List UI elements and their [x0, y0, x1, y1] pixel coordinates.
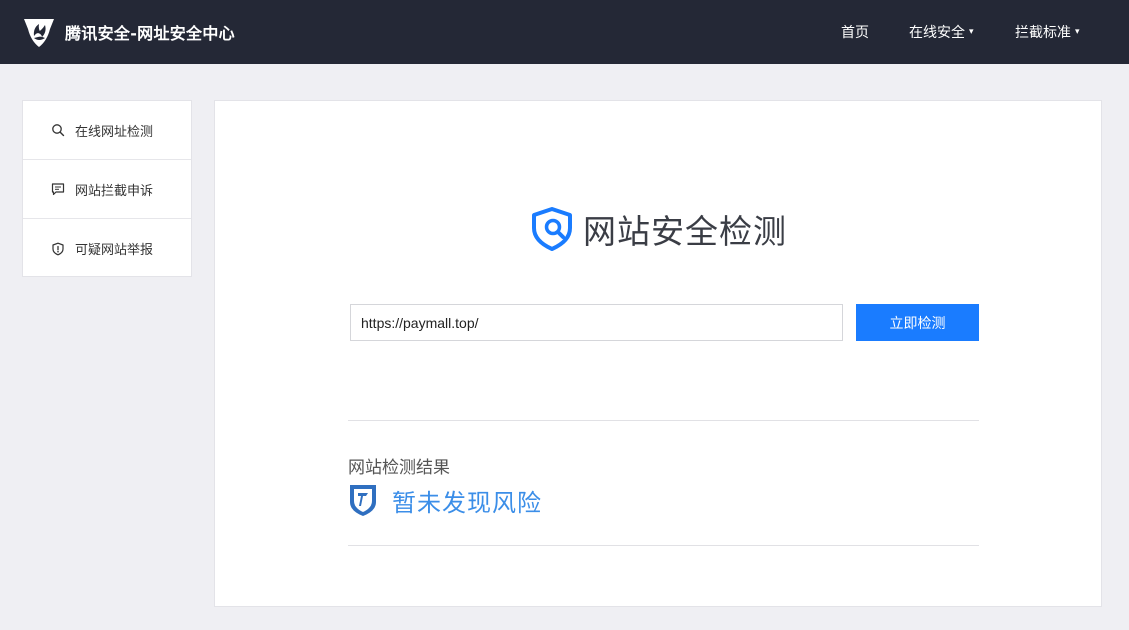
- url-input[interactable]: [350, 304, 843, 341]
- hero-heading: 网站安全检测: [529, 204, 787, 254]
- nav-block-standard[interactable]: 拦截标准 ▾: [1015, 0, 1080, 64]
- nav-online-security-label: 在线安全: [909, 25, 965, 41]
- shield-alert-icon: [52, 242, 64, 255]
- divider: [348, 545, 979, 546]
- sidebar-item-report-suspicious[interactable]: 可疑网站举报: [23, 219, 191, 278]
- main-panel: 网站安全检测 立即检测 网站检测结果 暂未发现风险: [214, 100, 1102, 607]
- sidebar-item-label: 网站拦截申诉: [75, 183, 154, 199]
- result-heading: 网站检测结果: [348, 458, 450, 478]
- tencent-security-logo-icon: [24, 19, 54, 47]
- shield-search-icon: [532, 207, 572, 251]
- divider: [348, 420, 979, 421]
- chevron-down-icon: ▾: [1075, 27, 1080, 37]
- nav-block-standard-label: 拦截标准: [1015, 25, 1071, 41]
- sidebar-item-url-check[interactable]: 在线网址检测: [23, 101, 191, 160]
- nav-home-label: 首页: [841, 25, 869, 41]
- brand-title: 腾讯安全-网址安全中心: [65, 24, 235, 43]
- top-nav-bar: 腾讯安全-网址安全中心 首页 在线安全 ▾ 拦截标准 ▾: [0, 0, 1129, 64]
- search-icon: [52, 124, 65, 137]
- sidebar: 在线网址检测 网站拦截申诉 可疑网站举报: [22, 100, 192, 277]
- sidebar-item-block-appeal[interactable]: 网站拦截申诉: [23, 160, 191, 219]
- brand[interactable]: 腾讯安全-网址安全中心: [22, 14, 235, 50]
- result-status: 暂未发现风险: [348, 483, 542, 517]
- nav-home[interactable]: 首页: [841, 0, 869, 64]
- message-icon: [51, 183, 65, 196]
- result-text: 暂未发现风险: [392, 488, 542, 517]
- sidebar-item-label: 可疑网站举报: [75, 243, 154, 258]
- chevron-down-icon: ▾: [969, 27, 974, 37]
- page-title: 网站安全检测: [583, 212, 787, 251]
- shield-safe-icon: [350, 485, 376, 516]
- nav-online-security[interactable]: 在线安全 ▾: [909, 0, 974, 64]
- sidebar-item-label: 在线网址检测: [75, 124, 154, 140]
- detect-now-button[interactable]: 立即检测: [856, 304, 979, 341]
